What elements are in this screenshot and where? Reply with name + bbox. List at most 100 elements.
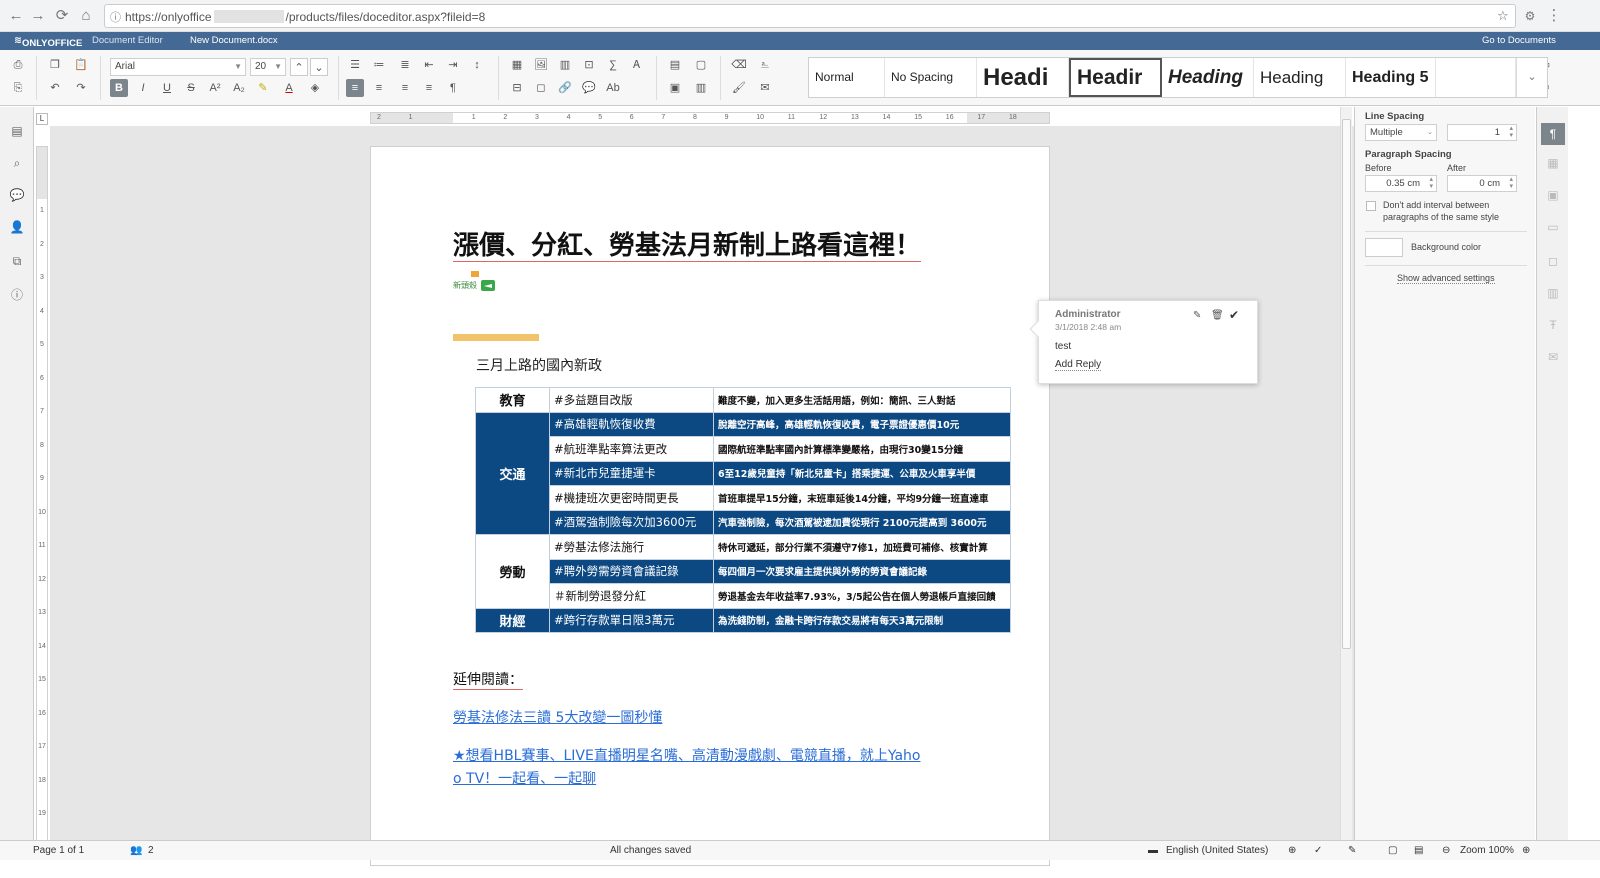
document-title[interactable]: 漲價、分紅、勞基法月新制上路看這裡！	[453, 231, 922, 262]
fit-page-icon[interactable]: ▢	[1388, 845, 1397, 856]
table-category-cell[interactable]: 交通	[475, 411, 550, 535]
decrease-font-icon[interactable]: ⌄	[310, 58, 328, 76]
address-bar[interactable]: ⓘ https://onlyoffice/products/files/doce…	[104, 4, 1516, 28]
print-icon[interactable]: ⎙	[9, 56, 27, 74]
zoom-in-icon[interactable]: ⊕	[1522, 845, 1530, 856]
horizontal-ruler[interactable]: 2 1 1 2 3 4 5 6 7 8 9 10 11 12 13 14 15 16 17 18	[370, 112, 1050, 124]
table-category-cell[interactable]: 勞動	[475, 534, 550, 609]
chat-icon[interactable]: 👤	[9, 219, 25, 235]
table-row[interactable]: 財經 #跨行存款單日限3萬元 為洗錢防制，金融卡跨行存款交易將有每天3萬元限制	[475, 607, 1011, 633]
table-desc-cell[interactable]: 每四個月一次要求雇主提供與外勞的勞資會議記錄	[713, 558, 1011, 584]
page-size-icon[interactable]: ▢	[692, 56, 710, 74]
background-color-picker[interactable]	[1365, 238, 1403, 257]
vertical-ruler[interactable]: 1 2 3 4 5 6 7 8 9 10 11 12 13 14 15 16 17 18 19	[36, 146, 48, 858]
back-icon[interactable]: ←	[6, 6, 26, 26]
reload-icon[interactable]: ⟳	[52, 6, 72, 26]
copy-style-icon[interactable]: ⎁	[756, 56, 774, 74]
align-left-icon[interactable]: ≡	[346, 79, 364, 97]
style-no-spacing[interactable]: No Spacing	[885, 58, 977, 97]
line-spacing-value-input[interactable]: 1 ▴ ▾	[1447, 124, 1517, 141]
textart-settings-tab-icon[interactable]: Ŧ	[1545, 317, 1561, 333]
numbering-icon[interactable]: ≔	[370, 56, 388, 74]
save-icon[interactable]: ⎘	[9, 79, 27, 97]
align-center-icon[interactable]: ≡	[370, 79, 388, 97]
style-heading-3[interactable]: Heading	[1254, 58, 1346, 97]
table-desc-cell[interactable]: 國際航班準點率國內計算標準變嚴格，由現行30變15分鐘	[713, 436, 1011, 462]
track-changes-icon[interactable]: ✎	[1348, 845, 1356, 856]
table-tag-cell[interactable]: #酒駕強制險每次加3600元	[549, 509, 714, 535]
style-heading-2[interactable]: Heading	[1162, 58, 1254, 97]
table-tag-cell[interactable]: #勞基法修法施行	[549, 534, 714, 560]
text-art-icon[interactable]: Ab	[604, 79, 622, 97]
line-spacing-icon[interactable]: ↕	[468, 56, 486, 74]
page-orientation-icon[interactable]: ▤	[666, 56, 684, 74]
bookmark-star-icon[interactable]: ☆	[1497, 8, 1509, 24]
font-name-select[interactable]: Arial ▼	[110, 58, 246, 76]
table-desc-cell[interactable]: 難度不變，加入更多生活話用語，例如：簡訊、三人對話	[713, 387, 1011, 413]
about-info-icon[interactable]: ⓘ	[9, 287, 25, 303]
font-size-select[interactable]: 20 ▼	[250, 58, 286, 76]
mail-merge-icon[interactable]: ✉	[756, 79, 774, 97]
decrease-indent-icon[interactable]: ⇤	[420, 56, 438, 74]
spellcheck-language-icon[interactable]: ⊕	[1288, 845, 1296, 856]
mail-merge-tab-icon[interactable]: ✉	[1545, 349, 1561, 365]
comment-insert-icon[interactable]: 💬	[580, 79, 598, 97]
style-empty-slot[interactable]	[1436, 58, 1516, 97]
insert-equation-icon[interactable]: ∑	[604, 56, 622, 74]
copy-icon[interactable]: ❐	[46, 56, 64, 74]
table-desc-cell[interactable]: 6至12歲兒童持「新北兒童卡」搭乘捷運、公車及火車享半價	[713, 460, 1011, 486]
table-row[interactable]: #機捷班次更密時間更長 首班車提早15分鐘，末班車延後14分鐘，平均9分鐘一班直達…	[476, 485, 1011, 511]
hyperlink-icon[interactable]: 🔗	[556, 79, 574, 97]
resolve-comment-icon[interactable]: ✔	[1229, 308, 1239, 322]
paragraph-shading-icon[interactable]: ◈	[306, 79, 324, 97]
style-heading-1[interactable]: Headir	[1069, 58, 1162, 97]
increase-indent-icon[interactable]: ⇥	[444, 56, 462, 74]
language-select[interactable]: English (United States)	[1166, 845, 1268, 856]
multilevel-list-icon[interactable]: ≣	[396, 56, 414, 74]
link-labor-law[interactable]: 勞基法修法三讀 5大改變一圖秒懂	[453, 707, 662, 730]
document-page[interactable]: 漲價、分紅、勞基法月新制上路看這裡！ 新頭殼 三月上路的國內新政 教育 #多益題目…	[370, 146, 1050, 866]
style-title[interactable]: Headi	[977, 58, 1069, 97]
no-interval-checkbox[interactable]	[1366, 201, 1376, 211]
style-normal[interactable]: Normal	[809, 58, 885, 97]
margins-icon[interactable]: ▣	[666, 79, 684, 97]
scrollbar-thumb[interactable]	[1342, 119, 1351, 649]
table-settings-tab-icon[interactable]: ▦	[1545, 155, 1561, 171]
tab-selector[interactable]: L	[36, 113, 48, 125]
table-tag-cell[interactable]: #機捷班次更密時間更長	[549, 485, 714, 511]
clear-style-icon[interactable]: ⌫	[730, 56, 748, 74]
table-desc-cell[interactable]: 勞退基金去年收益率7.93%，3/5起公告在個人勞退帳戶直接回饋	[713, 583, 1011, 609]
dropcap-icon[interactable]: Ꭺ	[628, 56, 646, 74]
table-category-cell[interactable]: 財經	[475, 607, 550, 633]
highlight-icon[interactable]: ✎	[254, 79, 272, 97]
spellcheck-icon[interactable]: ✓	[1314, 845, 1322, 856]
insert-chart-icon[interactable]: ▥	[556, 56, 574, 74]
search-icon[interactable]: ⌕	[9, 155, 25, 171]
bold-icon[interactable]: B	[110, 79, 128, 97]
justify-icon[interactable]: ≡	[420, 79, 438, 97]
vertical-scrollbar[interactable]	[1340, 107, 1352, 840]
link-yahoo-tv-line1[interactable]: ★想看HBL賽事、LIVE直播明星名嘴、高清動漫戲劇、電競直播，就上Yaho	[453, 745, 920, 768]
read-more-heading[interactable]: 延伸閱讀：	[453, 669, 523, 690]
file-menu-icon[interactable]: ▤	[9, 123, 25, 139]
table-category-cell[interactable]: 教育	[475, 387, 550, 413]
table-row[interactable]: #新北市兒童捷運卡 6至12歲兒童持「新北兒童卡」搭乘捷運、公車及火車享半價	[476, 460, 1011, 486]
link-yahoo-tv-line2[interactable]: o TV！一起看、一起聊	[453, 768, 596, 791]
show-advanced-settings-link[interactable]: Show advanced settings	[1397, 273, 1495, 284]
table-row[interactable]: ＃新制勞退發分紅 勞退基金去年收益率7.93%，3/5起公告在個人勞退帳戶直接回饋	[476, 583, 1011, 609]
italic-icon[interactable]: I	[134, 79, 152, 97]
extension-icon[interactable]: ⚙	[1520, 6, 1540, 26]
image-settings-tab-icon[interactable]: ▣	[1545, 187, 1561, 203]
insert-table-icon[interactable]: ▦	[508, 56, 526, 74]
insert-image-icon[interactable]: 🖼	[532, 56, 550, 74]
page-counter[interactable]: Page 1 of 1	[33, 845, 84, 856]
subscript-icon[interactable]: A₂	[230, 79, 248, 97]
undo-icon[interactable]: ↶	[46, 79, 64, 97]
increase-font-icon[interactable]: ⌃	[290, 58, 308, 76]
style-heading-4[interactable]: Heading 5	[1346, 58, 1436, 97]
table-row[interactable]: 交通 #高雄輕軌恢復收費 脫離空汙高峰，高雄輕軌恢復收費，電子票證優惠價10元	[475, 411, 1011, 535]
table-row[interactable]: #航班準點率算法更改 國際航班準點率國內計算標準變嚴格，由現行30變15分鐘	[476, 436, 1011, 462]
insert-shape-icon[interactable]: ◻	[532, 79, 550, 97]
header-footer-settings-tab-icon[interactable]: ▭	[1545, 219, 1561, 235]
chart-settings-tab-icon[interactable]: ▥	[1545, 285, 1561, 301]
